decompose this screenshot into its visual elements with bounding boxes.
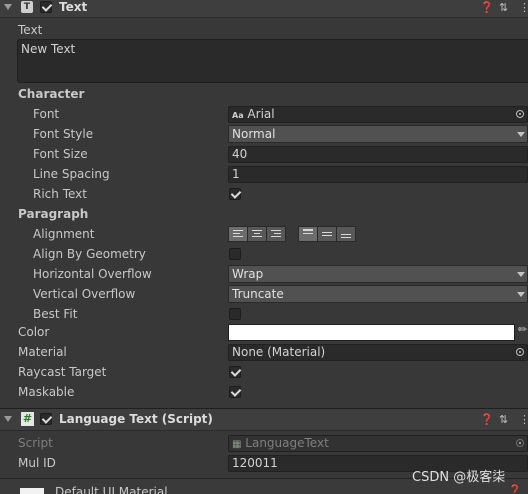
chevron-down-icon (517, 292, 525, 297)
align-right-icon (271, 230, 281, 239)
eyedropper-icon[interactable]: ✏ (518, 323, 527, 336)
foldout-arrow-icon[interactable] (4, 4, 12, 10)
script-label: Script (18, 436, 53, 450)
foldout-arrow-icon[interactable] (4, 416, 12, 422)
chevron-down-icon (517, 272, 525, 277)
help-icon[interactable]: ❓ (480, 1, 494, 14)
text-component-icon: T (21, 1, 33, 13)
help-icon[interactable]: ❓ (480, 413, 494, 426)
preset-icon[interactable]: ⇅ (499, 1, 508, 14)
line-spacing-label: Line Spacing (33, 167, 110, 181)
script-value: LanguageText (245, 436, 329, 450)
font-asset-icon: Aa (232, 111, 244, 120)
font-label: Font (33, 107, 60, 121)
object-picker-icon[interactable] (516, 110, 524, 118)
mul-id-label: Mul ID (18, 456, 56, 470)
align-middle-icon (322, 232, 332, 238)
align-top-icon (303, 229, 313, 236)
align-center-icon (252, 230, 262, 239)
color-label: Color (18, 325, 50, 339)
text-area-value: New Text (21, 42, 76, 56)
align-right-button[interactable] (266, 226, 286, 242)
align-by-geometry-label: Align By Geometry (33, 247, 146, 261)
preset-icon[interactable]: ⇅ (499, 413, 508, 426)
align-left-icon (233, 230, 243, 239)
script-file-icon: ▦ (232, 439, 242, 450)
script-hash-icon: # (21, 412, 34, 426)
text-area[interactable]: New Text (17, 39, 528, 83)
font-field[interactable]: Aa Arial (228, 106, 528, 123)
maskable-label: Maskable (18, 385, 75, 399)
language-text-enabled-checkbox[interactable] (40, 413, 52, 425)
language-text-component-header[interactable]: # Language Text (Script) ❓ ⇅ ⋮ (0, 408, 528, 431)
align-bottom-icon (341, 234, 351, 240)
font-style-dropdown[interactable]: Normal (228, 125, 528, 143)
object-picker-icon (516, 439, 524, 447)
material-preview-swatch (20, 488, 44, 494)
alignment-label: Alignment (33, 227, 95, 241)
horizontal-overflow-dropdown[interactable]: Wrap (228, 265, 528, 283)
watermark-text: CSDN @极客柒 (412, 470, 506, 485)
paragraph-section-title: Paragraph (18, 207, 89, 221)
vertical-overflow-label: Vertical Overflow (33, 287, 136, 301)
align-left-button[interactable] (228, 226, 248, 242)
font-value: Arial (247, 107, 275, 121)
align-top-button[interactable] (298, 226, 318, 242)
align-middle-button[interactable] (317, 226, 337, 242)
chevron-down-icon (517, 132, 525, 137)
font-style-value: Normal (232, 127, 276, 141)
line-spacing-input[interactable]: 1 (228, 166, 528, 183)
raycast-target-checkbox[interactable] (229, 366, 241, 378)
language-text-title: Language Text (Script) (59, 412, 213, 426)
rich-text-label: Rich Text (33, 187, 87, 201)
horizontal-overflow-value: Wrap (232, 267, 264, 281)
font-style-label: Font Style (33, 127, 94, 141)
material-value: None (Material) (232, 345, 326, 359)
text-enabled-checkbox[interactable] (40, 1, 52, 13)
font-size-value: 40 (232, 147, 248, 161)
material-field[interactable]: None (Material) (228, 344, 528, 361)
vertical-overflow-value: Truncate (232, 287, 284, 301)
text-label: Text (18, 23, 43, 37)
more-menu-icon[interactable]: ⋮ (519, 1, 528, 14)
horizontal-overflow-label: Horizontal Overflow (33, 267, 152, 281)
object-picker-icon[interactable] (516, 348, 524, 356)
character-section-title: Character (18, 87, 85, 101)
best-fit-label: Best Fit (33, 307, 78, 321)
rich-text-checkbox[interactable] (229, 188, 241, 200)
best-fit-checkbox[interactable] (229, 308, 241, 320)
align-center-button[interactable] (247, 226, 267, 242)
raycast-target-label: Raycast Target (18, 365, 107, 379)
mul-id-value: 120011 (232, 456, 278, 470)
vertical-overflow-dropdown[interactable]: Truncate (228, 285, 528, 303)
maskable-checkbox[interactable] (229, 386, 241, 398)
align-by-geometry-checkbox[interactable] (229, 248, 241, 260)
more-menu-icon[interactable]: ⋮ (519, 413, 528, 426)
font-size-input[interactable]: 40 (228, 146, 528, 163)
material-label: Material (18, 345, 67, 359)
script-field: ▦ LanguageText (228, 435, 528, 452)
line-spacing-value: 1 (232, 167, 240, 181)
text-component-title: Text (59, 0, 88, 14)
color-swatch[interactable] (228, 324, 515, 341)
text-component-header[interactable]: T Text ❓ ⇅ ⋮ (0, 0, 528, 18)
font-size-label: Font Size (33, 147, 88, 161)
align-bottom-button[interactable] (336, 226, 356, 242)
